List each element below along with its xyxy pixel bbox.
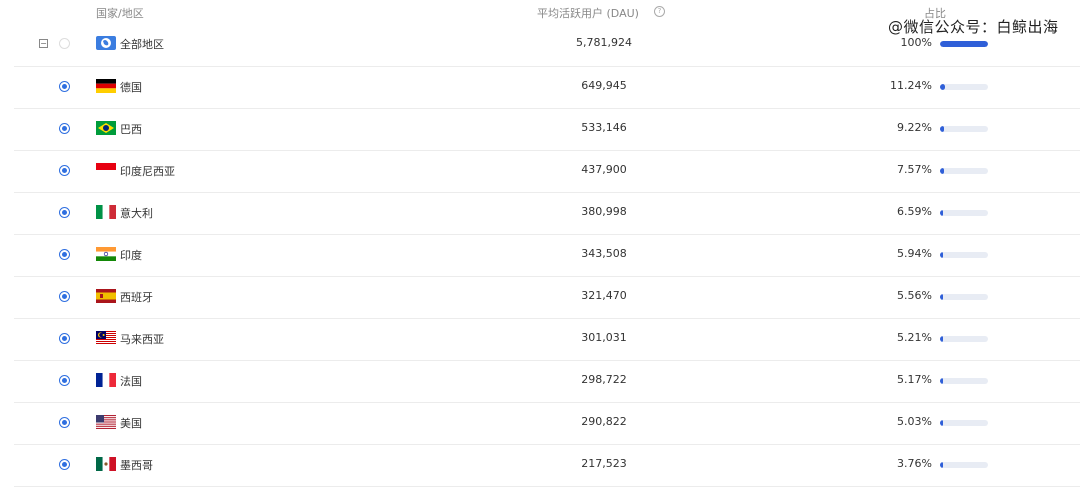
share-bar-fill <box>940 252 943 258</box>
share-bar <box>940 462 988 468</box>
row-radio[interactable] <box>59 291 70 302</box>
row-country-name: 全部地区 <box>120 38 164 51</box>
share-bar <box>940 168 988 174</box>
row-radio[interactable] <box>59 459 70 470</box>
flag-es-icon <box>96 289 116 303</box>
flag-mx-icon <box>96 457 116 471</box>
share-bar-fill <box>940 210 944 216</box>
share-bar-fill <box>940 462 943 468</box>
share-bar <box>940 41 988 47</box>
row-share-percent: 5.21% <box>897 331 932 344</box>
flag-br-icon <box>96 121 116 135</box>
table-row[interactable]: 美国 290,822 5.03% <box>14 403 1080 445</box>
row-radio[interactable] <box>59 333 70 344</box>
flag-de-icon <box>96 79 116 93</box>
row-country-name: 法国 <box>120 375 142 388</box>
share-bar-fill <box>940 84 946 90</box>
country-dau-table: 国家/地区 平均活跃用户 (DAU) ? 占比 − 全部地区 5,781,924… <box>14 0 1080 487</box>
table-row[interactable]: 德国 649,945 11.24% <box>14 67 1080 109</box>
row-country-name: 马来西亚 <box>120 333 164 346</box>
table-row[interactable]: 西班牙 321,470 5.56% <box>14 277 1080 319</box>
share-bar <box>940 126 988 132</box>
row-share-percent: 11.24% <box>890 79 932 92</box>
row-dau-value: 5,781,924 <box>576 36 632 49</box>
share-bar-fill <box>940 41 988 47</box>
flag-my-icon <box>96 331 116 345</box>
row-country-name: 墨西哥 <box>120 459 153 472</box>
share-bar-fill <box>940 420 943 426</box>
column-header-dau[interactable]: 平均活跃用户 (DAU) <box>537 5 639 21</box>
share-bar-fill <box>940 378 943 384</box>
share-bar <box>940 294 988 300</box>
row-share-percent: 9.22% <box>897 121 932 134</box>
row-dau-value: 217,523 <box>581 457 627 470</box>
row-dau-value: 533,146 <box>581 121 627 134</box>
row-country-name: 西班牙 <box>120 291 153 304</box>
row-country-name: 意大利 <box>120 207 153 220</box>
table-row[interactable]: 巴西 533,146 9.22% <box>14 109 1080 151</box>
globe-icon <box>96 36 116 50</box>
share-bar-fill <box>940 294 943 300</box>
row-dau-value: 321,470 <box>581 289 627 302</box>
collapse-icon[interactable]: − <box>39 39 48 48</box>
column-header-country[interactable]: 国家/地区 <box>96 5 144 21</box>
row-share-percent: 7.57% <box>897 163 932 176</box>
table-row[interactable]: 法国 298,722 5.17% <box>14 361 1080 403</box>
row-radio[interactable] <box>59 123 70 134</box>
row-radio[interactable] <box>59 81 70 92</box>
share-bar-fill <box>940 126 945 132</box>
table-row[interactable]: 意大利 380,998 6.59% <box>14 193 1080 235</box>
row-dau-value: 649,945 <box>581 79 627 92</box>
row-country-name: 印度尼西亚 <box>120 165 175 178</box>
row-dau-value: 437,900 <box>581 163 627 176</box>
row-share-percent: 5.17% <box>897 373 932 386</box>
row-share-percent: 6.59% <box>897 205 932 218</box>
watermark-text: @微信公众号：白鲸出海 <box>888 18 1059 36</box>
row-share-percent: 3.76% <box>897 457 932 470</box>
flag-us-icon <box>96 415 116 429</box>
row-dau-value: 343,508 <box>581 247 627 260</box>
row-radio[interactable] <box>59 375 70 386</box>
table-row[interactable]: 印度 343,508 5.94% <box>14 235 1080 277</box>
row-radio[interactable] <box>59 417 70 428</box>
share-bar <box>940 420 988 426</box>
row-share-percent: 5.03% <box>897 415 932 428</box>
share-bar <box>940 252 988 258</box>
row-radio[interactable] <box>59 207 70 218</box>
share-bar <box>940 378 988 384</box>
row-radio[interactable] <box>59 249 70 260</box>
row-dau-value: 301,031 <box>581 331 627 344</box>
share-bar <box>940 84 988 90</box>
flag-id-icon <box>96 163 116 177</box>
flag-fr-icon <box>96 373 116 387</box>
row-radio[interactable] <box>59 165 70 176</box>
table-row[interactable]: 马来西亚 301,031 5.21% <box>14 319 1080 361</box>
table-row[interactable]: 印度尼西亚 437,900 7.57% <box>14 151 1080 193</box>
share-bar-fill <box>940 168 944 174</box>
row-share-percent: 5.56% <box>897 289 932 302</box>
row-country-name: 美国 <box>120 417 142 430</box>
row-dau-value: 290,822 <box>581 415 627 428</box>
row-country-name: 德国 <box>120 81 142 94</box>
flag-it-icon <box>96 205 116 219</box>
share-bar-fill <box>940 336 943 342</box>
row-dau-value: 298,722 <box>581 373 627 386</box>
row-country-name: 巴西 <box>120 123 142 136</box>
row-share-percent: 5.94% <box>897 247 932 260</box>
row-radio[interactable] <box>59 38 70 49</box>
row-share-percent: 100% <box>900 36 932 49</box>
row-country-name: 印度 <box>120 249 142 262</box>
row-dau-value: 380,998 <box>581 205 627 218</box>
share-bar <box>940 336 988 342</box>
help-icon[interactable]: ? <box>654 6 665 17</box>
table-row[interactable]: 墨西哥 217,523 3.76% <box>14 445 1080 487</box>
share-bar <box>940 210 988 216</box>
flag-in-icon <box>96 247 116 261</box>
